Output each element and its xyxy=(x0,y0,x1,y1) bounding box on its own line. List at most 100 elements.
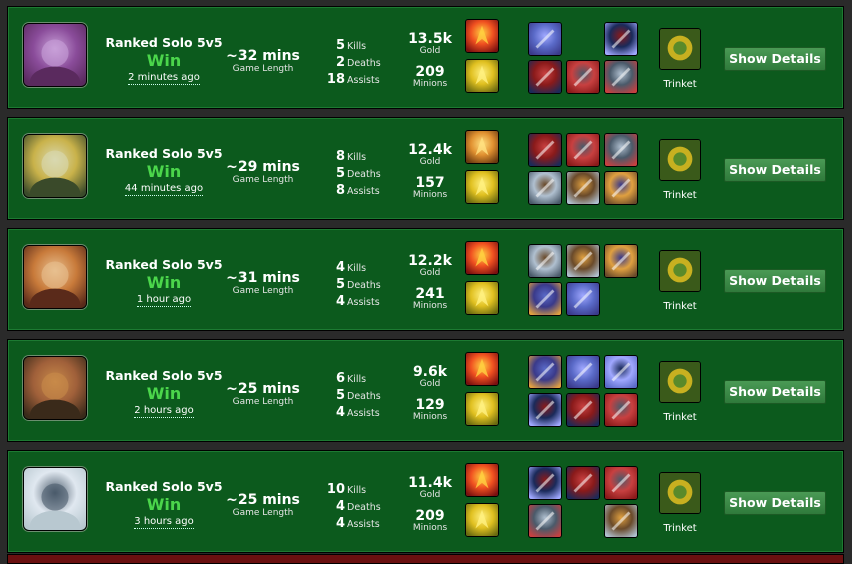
helm-icon[interactable] xyxy=(528,282,562,316)
dagger-icon[interactable] xyxy=(566,282,600,316)
flash-icon[interactable] xyxy=(465,241,499,275)
wizard-hat-icon[interactable] xyxy=(566,60,600,94)
berserker-boots-icon[interactable] xyxy=(528,504,562,538)
void-staff-icon[interactable] xyxy=(528,60,562,94)
assists-label: Assists xyxy=(347,297,380,308)
trinket-icon[interactable] xyxy=(659,361,701,403)
match-result: Win xyxy=(146,162,182,181)
heal-icon[interactable] xyxy=(465,281,499,315)
sword-icon[interactable] xyxy=(528,133,562,167)
shield-icon[interactable] xyxy=(604,504,638,538)
trinket-icon[interactable] xyxy=(659,28,701,70)
gold-value: 11.4k xyxy=(408,475,452,491)
cowboy-champion-icon[interactable] xyxy=(23,356,87,420)
greatsword-icon[interactable] xyxy=(566,466,600,500)
scroll-icon[interactable] xyxy=(604,355,638,389)
assists-count: 18 xyxy=(326,72,345,87)
show-details-button[interactable]: Show Details xyxy=(724,380,826,404)
flash-icon[interactable] xyxy=(465,19,499,53)
assists-count: 4 xyxy=(335,516,345,531)
minions-label: Minions xyxy=(412,190,448,200)
boots-icon[interactable] xyxy=(604,60,638,94)
queue-type: Ranked Solo 5v5 xyxy=(105,146,223,161)
trinket-label: Trinket xyxy=(663,79,697,90)
gold-value: 13.5k xyxy=(408,31,452,47)
minions-value: 209 xyxy=(415,64,445,80)
flash-icon[interactable] xyxy=(465,463,499,497)
match-row: Ranked Solo 5v5 Win 2 hours ago ~25 mins Gam… xyxy=(7,339,844,442)
assists-count: 4 xyxy=(335,294,345,309)
longsword-icon[interactable] xyxy=(528,393,562,427)
heal-icon[interactable] xyxy=(465,170,499,204)
wave-icon[interactable] xyxy=(604,133,638,167)
game-length: ~29 mins xyxy=(226,159,300,175)
game-length: ~25 mins xyxy=(226,492,300,508)
game-length-label: Game Length xyxy=(232,286,294,296)
match-row: Ranked Solo 5v5 Win 3 hours ago ~25 mins Gam… xyxy=(7,450,844,553)
minions-label: Minions xyxy=(412,301,448,311)
gold-label: Gold xyxy=(419,46,441,56)
gauntlet-icon[interactable] xyxy=(528,466,562,500)
minions-label: Minions xyxy=(412,412,448,422)
time-ago: 44 minutes ago xyxy=(100,183,228,196)
scout-champion-icon[interactable] xyxy=(23,245,87,309)
match-result: Win xyxy=(146,51,182,70)
trinket-icon[interactable] xyxy=(659,139,701,181)
boots-icon[interactable] xyxy=(604,393,638,427)
time-ago-text: 3 hours ago xyxy=(134,516,194,529)
cloak-icon[interactable] xyxy=(566,171,600,205)
minions-value: 241 xyxy=(415,286,445,302)
greaves-icon[interactable] xyxy=(528,171,562,205)
gold-label: Gold xyxy=(419,490,441,500)
queue-type: Ranked Solo 5v5 xyxy=(105,479,223,494)
mantle-icon[interactable] xyxy=(604,171,638,205)
heal-icon[interactable] xyxy=(465,59,499,93)
claw-icon[interactable] xyxy=(604,244,638,278)
horn-icon[interactable] xyxy=(566,393,600,427)
flash-icon[interactable] xyxy=(465,352,499,386)
swordswoman-champion-icon[interactable] xyxy=(23,467,87,531)
heal-icon[interactable] xyxy=(465,392,499,426)
heal-icon[interactable] xyxy=(465,503,499,537)
gauntlet-icon[interactable] xyxy=(566,133,600,167)
armor-icon[interactable] xyxy=(566,244,600,278)
gunner-champion-icon[interactable] xyxy=(23,134,87,198)
assists-stat: 4 Assists xyxy=(313,290,388,309)
assists-stat: 18 Assists xyxy=(313,68,388,87)
gold-value: 9.6k xyxy=(412,364,448,380)
trinket-icon[interactable] xyxy=(659,250,701,292)
hourglass-icon[interactable] xyxy=(528,22,562,56)
gold-value: 12.2k xyxy=(408,253,452,269)
barrier-icon[interactable] xyxy=(465,130,499,164)
hammer-icon[interactable] xyxy=(604,22,638,56)
minions-value: 209 xyxy=(415,508,445,524)
sword-icon[interactable] xyxy=(528,244,562,278)
show-details-button[interactable]: Show Details xyxy=(724,269,826,293)
match-result: Win xyxy=(146,384,182,403)
queue-type: Ranked Solo 5v5 xyxy=(105,35,223,50)
show-details-button[interactable]: Show Details xyxy=(724,491,826,515)
game-length-label: Game Length xyxy=(232,397,294,407)
show-details-button[interactable]: Show Details xyxy=(724,158,826,182)
yordle-girl-champion-icon[interactable] xyxy=(23,23,87,87)
match-row: Ranked Solo 5v5 Win 1 hour ago ~31 mins Game… xyxy=(7,228,844,331)
minions-value: 129 xyxy=(415,397,445,413)
minions-value: 157 xyxy=(415,175,445,191)
trinket-icon[interactable] xyxy=(659,472,701,514)
time-ago-text: 2 minutes ago xyxy=(128,72,200,85)
game-length-label: Game Length xyxy=(232,175,294,185)
blade-icon[interactable] xyxy=(566,355,600,389)
show-details-button[interactable]: Show Details xyxy=(724,47,826,71)
minions-label: Minions xyxy=(412,523,448,533)
assists-stat: 4 Assists xyxy=(313,401,388,420)
eye-icon[interactable] xyxy=(528,355,562,389)
scroll-icon[interactable] xyxy=(604,466,638,500)
time-ago-text: 44 minutes ago xyxy=(124,183,204,196)
time-ago: 1 hour ago xyxy=(100,294,228,307)
game-length-label: Game Length xyxy=(232,508,294,518)
assists-stat: 8 Assists xyxy=(313,179,388,198)
queue-type: Ranked Solo 5v5 xyxy=(105,368,223,383)
match-result: Win xyxy=(146,273,182,292)
gold-label: Gold xyxy=(419,268,441,278)
assists-count: 8 xyxy=(335,183,345,198)
